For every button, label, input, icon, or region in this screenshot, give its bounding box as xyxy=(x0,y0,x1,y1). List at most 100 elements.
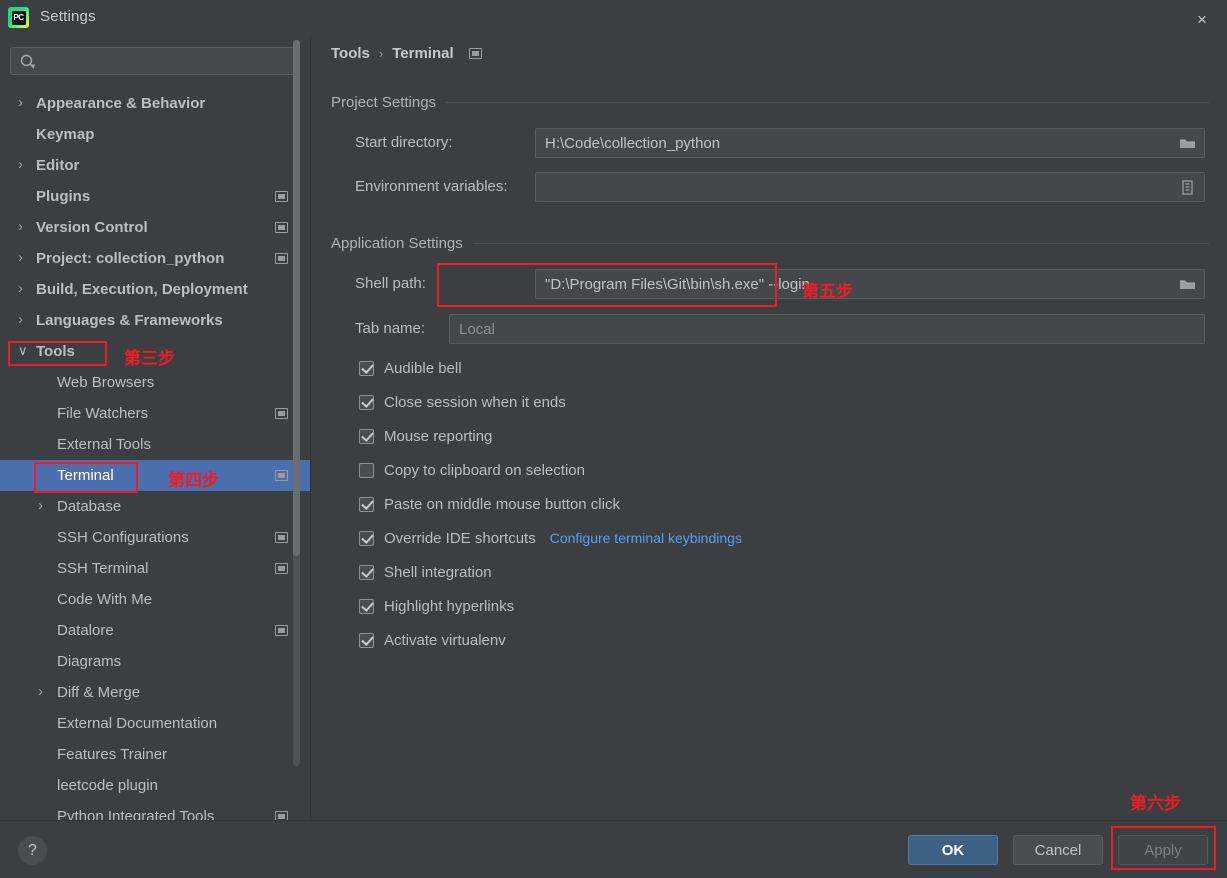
sidebar-item-diff-merge[interactable]: › Diff & Merge xyxy=(0,677,310,708)
chevron-down-icon[interactable]: ∨ xyxy=(18,344,32,358)
sidebar-item-languages-frameworks[interactable]: › Languages & Frameworks xyxy=(0,305,310,336)
apply-button[interactable]: Apply xyxy=(1118,835,1208,865)
sidebar-item-label: Appearance & Behavior xyxy=(36,95,206,112)
sidebar-item-tools[interactable]: ∨ Tools xyxy=(0,336,310,367)
sidebar-item-diagrams[interactable]: Diagrams xyxy=(0,646,310,677)
sidebar-item-label: Tools xyxy=(36,343,75,360)
sidebar-item-label: leetcode plugin xyxy=(57,777,158,794)
module-badge-icon xyxy=(275,625,288,636)
list-icon[interactable] xyxy=(1178,178,1197,197)
chevron-right-icon[interactable]: › xyxy=(18,312,32,327)
sidebar-item-label: Python Integrated Tools xyxy=(57,808,215,820)
checkbox-checked-icon[interactable] xyxy=(359,530,374,546)
pycharm-logo-text: PC xyxy=(11,10,26,25)
checkbox-checked-icon[interactable] xyxy=(359,564,374,580)
sidebar-item-external-documentation[interactable]: External Documentation xyxy=(0,708,310,739)
checkbox-row-close-session-when-it-ends[interactable]: Close session when it ends xyxy=(359,392,566,412)
checkbox-checked-icon[interactable] xyxy=(359,632,374,648)
checkbox-row-shell-integration[interactable]: Shell integration xyxy=(359,562,492,582)
checkbox-row-override-ide-shortcuts[interactable]: Override IDE shortcuts Configure terminal… xyxy=(359,528,742,548)
sidebar-item-plugins[interactable]: Plugins xyxy=(0,181,310,212)
pycharm-logo-icon: PC xyxy=(8,7,29,28)
application-settings-title: Application Settings xyxy=(331,235,463,252)
start-directory-field[interactable]: H:\Code\collection_python xyxy=(535,128,1205,158)
group-rule xyxy=(472,243,1209,244)
checkbox-checked-icon[interactable] xyxy=(359,394,374,410)
sidebar-scrollbar-thumb[interactable] xyxy=(293,40,300,556)
tab-name-field[interactable]: Local xyxy=(449,314,1205,344)
sidebar-item-label: Editor xyxy=(36,157,80,174)
start-directory-label: Start directory: xyxy=(355,134,453,151)
breadcrumb-root[interactable]: Tools xyxy=(331,45,370,62)
checkbox-checked-icon[interactable] xyxy=(359,428,374,444)
configure-terminal-keybindings-link[interactable]: Configure terminal keybindings xyxy=(550,530,742,546)
checkbox-label: Activate virtualenv xyxy=(384,631,506,649)
sidebar-item-label: File Watchers xyxy=(57,405,149,422)
environment-variables-field[interactable] xyxy=(535,172,1205,202)
chevron-right-icon[interactable]: › xyxy=(18,219,32,234)
chevron-right-icon[interactable]: › xyxy=(18,281,32,296)
checkbox-label: Mouse reporting xyxy=(384,427,493,445)
sidebar-item-file-watchers[interactable]: File Watchers xyxy=(0,398,310,429)
close-icon[interactable]: × xyxy=(1191,8,1213,30)
sidebar-item-ssh-terminal[interactable]: SSH Terminal xyxy=(0,553,310,584)
sidebar-item-label: External Documentation xyxy=(57,715,218,732)
settings-main-panel: Tools › Terminal Project Settings Start … xyxy=(311,36,1227,820)
settings-tree[interactable]: › Appearance & Behavior Keymap › Editor Plugi… xyxy=(0,88,310,820)
checkbox-row-paste-on-middle-mouse-button-click[interactable]: Paste on middle mouse button click xyxy=(359,494,620,514)
chevron-right-icon[interactable]: › xyxy=(38,498,52,513)
search-input[interactable] xyxy=(41,48,293,74)
help-button[interactable]: ? xyxy=(18,836,47,865)
folder-icon[interactable] xyxy=(1178,275,1197,294)
checkbox-checked-icon[interactable] xyxy=(359,360,374,376)
sidebar-item-features-trainer[interactable]: Features Trainer xyxy=(0,739,310,770)
chevron-right-icon[interactable]: › xyxy=(38,684,52,699)
sidebar-item-label: Features Trainer xyxy=(57,746,168,763)
checkbox-row-highlight-hyperlinks[interactable]: Highlight hyperlinks xyxy=(359,596,514,616)
sidebar-item-label: Web Browsers xyxy=(57,374,155,391)
sidebar-item-keymap[interactable]: Keymap xyxy=(0,119,310,150)
sidebar-item-external-tools[interactable]: External Tools xyxy=(0,429,310,460)
sidebar-item-project-collection-python[interactable]: › Project: collection_python xyxy=(0,243,310,274)
dialog-footer: ? OK Cancel Apply xyxy=(0,820,1227,878)
sidebar-item-database[interactable]: › Database xyxy=(0,491,310,522)
window-title: Settings xyxy=(40,8,96,25)
group-rule xyxy=(446,102,1209,103)
sidebar-item-leetcode-plugin[interactable]: leetcode plugin xyxy=(0,770,310,801)
environment-variables-label: Environment variables: xyxy=(355,178,508,195)
cancel-button[interactable]: Cancel xyxy=(1013,835,1103,865)
ok-button[interactable]: OK xyxy=(908,835,998,865)
breadcrumb: Tools › Terminal xyxy=(331,45,482,62)
start-directory-value: H:\Code\collection_python xyxy=(545,134,721,152)
application-settings-group-header: Application Settings xyxy=(331,235,1209,252)
chevron-right-icon[interactable]: › xyxy=(18,250,32,265)
sidebar-item-label: Project: collection_python xyxy=(36,250,225,267)
checkbox-row-activate-virtualenv[interactable]: Activate virtualenv xyxy=(359,630,506,650)
sidebar-item-version-control[interactable]: › Version Control xyxy=(0,212,310,243)
sidebar-item-build-execution-deployment[interactable]: › Build, Execution, Deployment xyxy=(0,274,310,305)
checkbox-checked-icon[interactable] xyxy=(359,496,374,512)
sidebar-item-web-browsers[interactable]: Web Browsers xyxy=(0,367,310,398)
checkbox-row-copy-to-clipboard-on-selection[interactable]: Copy to clipboard on selection xyxy=(359,460,585,480)
sidebar-item-label: Diagrams xyxy=(57,653,122,670)
sidebar-item-python-integrated-tools[interactable]: Python Integrated Tools xyxy=(0,801,310,820)
sidebar-item-datalore[interactable]: Datalore xyxy=(0,615,310,646)
chevron-right-icon[interactable]: › xyxy=(18,157,32,172)
checkbox-unchecked-icon[interactable] xyxy=(359,462,374,478)
folder-icon[interactable] xyxy=(1178,134,1197,153)
checkbox-row-audible-bell[interactable]: Audible bell xyxy=(359,358,462,378)
module-badge-icon xyxy=(275,563,288,574)
sidebar-item-ssh-configurations[interactable]: SSH Configurations xyxy=(0,522,310,553)
sidebar-item-label: Terminal xyxy=(57,467,114,484)
chevron-right-icon[interactable]: › xyxy=(18,95,32,110)
sidebar-item-code-with-me[interactable]: Code With Me xyxy=(0,584,310,615)
module-badge-icon xyxy=(275,532,288,543)
checkbox-row-mouse-reporting[interactable]: Mouse reporting xyxy=(359,426,492,446)
search-box[interactable] xyxy=(10,47,298,75)
checkbox-checked-icon[interactable] xyxy=(359,598,374,614)
shell-path-field[interactable]: "D:\Program Files\Git\bin\sh.exe" --logi… xyxy=(535,269,1205,299)
sidebar-item-terminal[interactable]: Terminal xyxy=(0,460,310,491)
sidebar-item-appearance-behavior[interactable]: › Appearance & Behavior xyxy=(0,88,310,119)
checkbox-label: Override IDE shortcuts xyxy=(384,529,536,547)
sidebar-item-editor[interactable]: › Editor xyxy=(0,150,310,181)
